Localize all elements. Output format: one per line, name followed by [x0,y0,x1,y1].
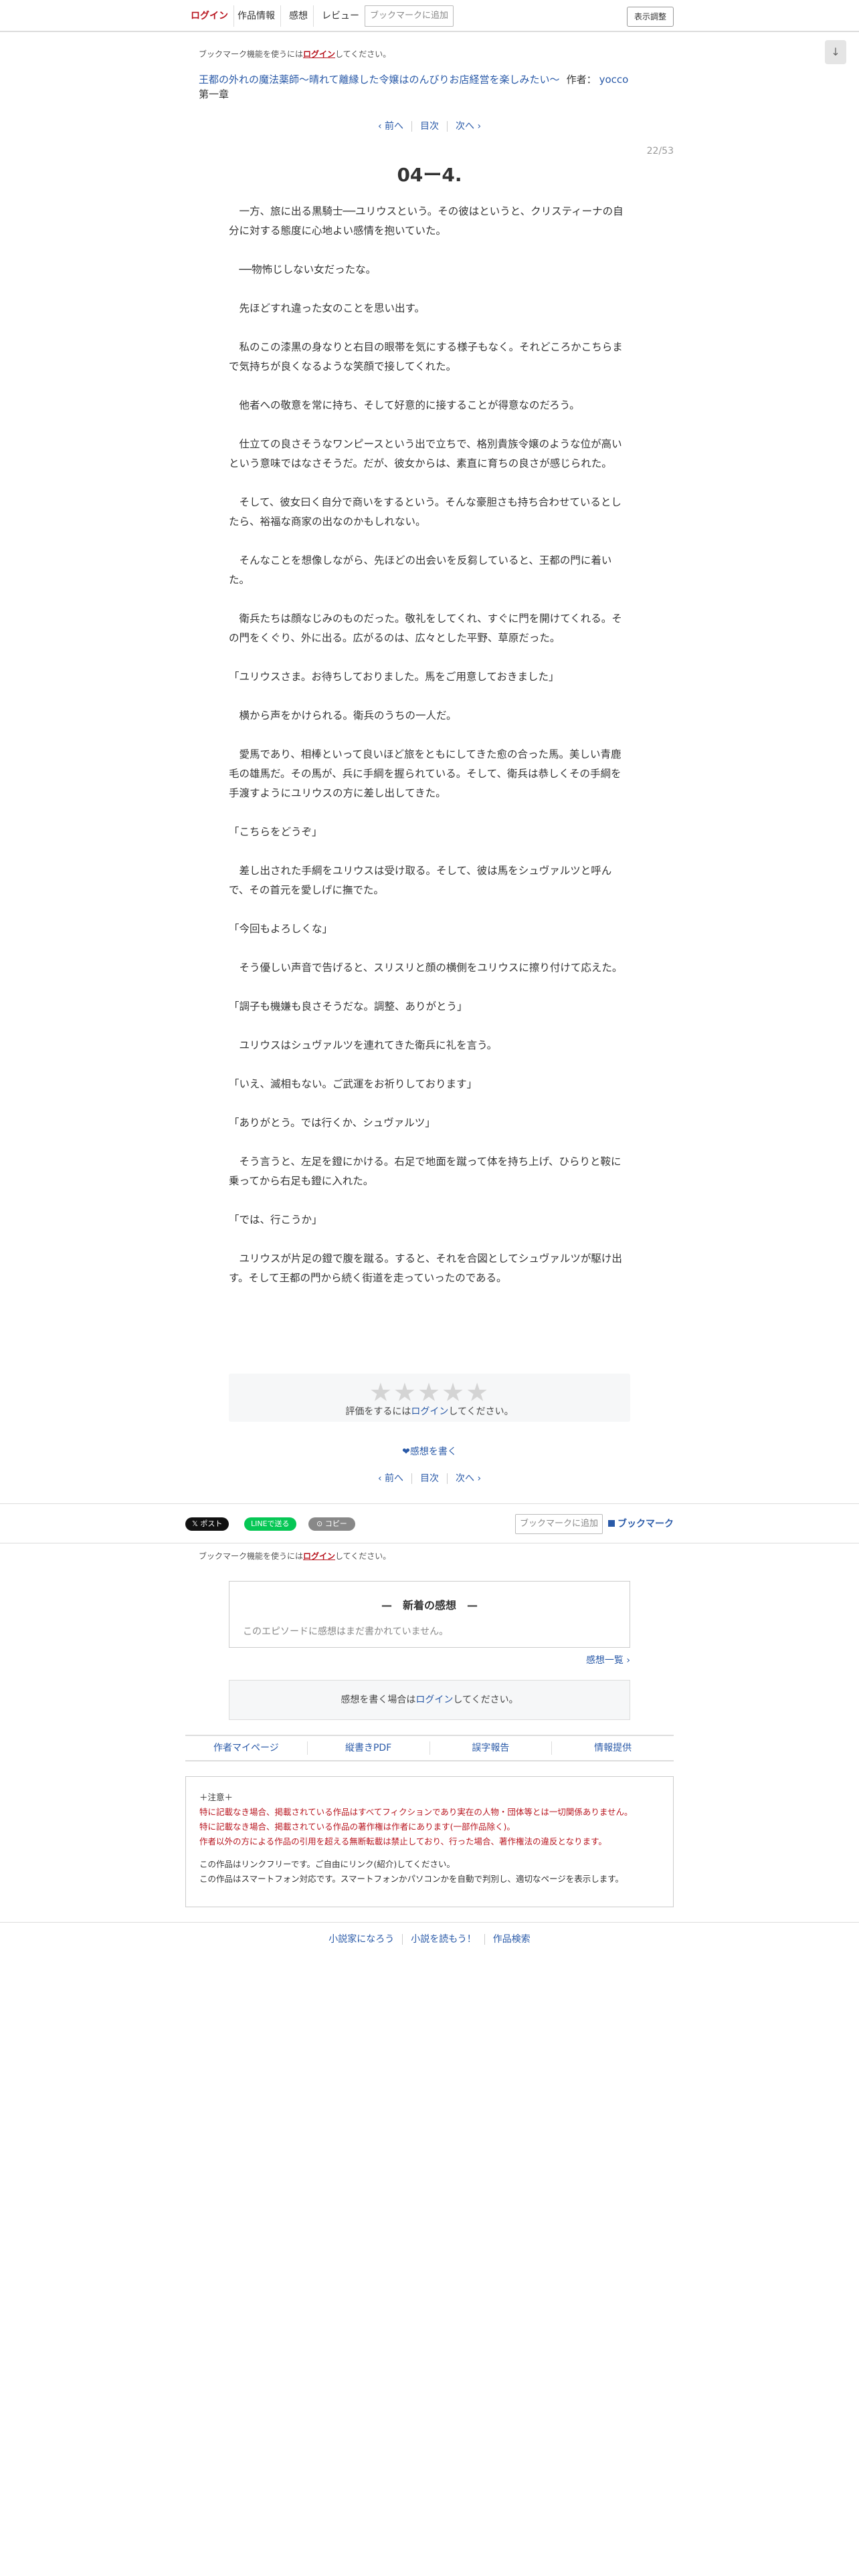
body-paragraph: 愛馬であり、相棒といって良いほど旅をともにしてきた愈の合った馬。美しい青鹿毛の雄… [229,748,622,799]
info-provide-link[interactable]: 情報提供 [552,1741,674,1755]
body-paragraph: 「では、行こうか」 [229,1214,322,1226]
share-bar: 𝕏 ポスト LINEで送る ⊙ コピー ブックマークに追加 ブックマーク [0,1503,859,1543]
episode-title: 04ー4. [397,164,462,186]
impression-login-prefix: 感想を書く場合は [341,1695,416,1705]
body-paragraph: 差し出された手綱をユリウスは受け取る。そして、彼は馬をシュヴァルツと呼んで、その… [229,865,612,896]
chapter-title: 第一章 [199,88,229,100]
latest-impressions-heading: — 新着の感想 — [381,1599,478,1612]
notice-smartphone: この作品はスマートフォン対応です。スマートフォンかパソコンかを自動で判別し、適切… [199,1874,624,1884]
body-paragraph: 一方、旅に出る黒騎士──ユリウスという。その彼はというと、クリスティーナの自分に… [229,205,624,237]
body-paragraph: ──物怖じしない女だったな。 [229,263,377,276]
display-settings-button[interactable]: 表示調整 [626,7,674,27]
rating-login-link[interactable]: ログイン [411,1406,448,1417]
body-paragraph: 「ユリウスさま。お待ちしておりました。馬をご用意しておきました」 [229,671,559,683]
rating-suffix: してください。 [448,1406,514,1417]
yomou-link[interactable]: 小説を読もう！ [403,1934,484,1945]
footer-links: 作者マイページ 縦書きPDF 誤字報告 情報提供 [185,1735,674,1761]
body-paragraph: そんなことを想像しながら、先ほどの出会いを反芻していると、王都の門に着いた。 [229,554,612,586]
bookmark-link[interactable]: ブックマーク [608,1514,674,1534]
prev-link[interactable]: ‹ 前へ [370,1473,411,1484]
bookmark-notice-suffix: してください。 [335,1551,391,1561]
impression-login-box: 感想を書く場合はログインしてください。 [229,1680,630,1720]
no-impressions-text: このエピソードに感想はまだ書かれていません。 [243,1626,449,1637]
bookmark-icon [608,1520,615,1527]
notice-gap [199,1849,660,1857]
author-mypage-link[interactable]: 作者マイページ [185,1741,308,1755]
notice-heading: ＋注意＋ [199,1792,233,1802]
bookmark-notice: ブックマーク機能を使うにはログインしてください。 [199,1550,674,1562]
body-paragraph: 衛兵たちは顔なじみのものだった。敬礼をしてくれ、すぐに門を開けてくれる。その門を… [229,613,622,644]
body-paragraph: 「調子も機嫌も良さそうだな。調整、ありがとう」 [229,1000,468,1012]
body-paragraph: 他者への敬意を常に持ち、そして好意的に接することが得意なのだろう。 [229,399,580,411]
copy-link-button[interactable]: ⊙ コピー [308,1517,355,1531]
impressions-link[interactable]: 感想 [284,5,314,27]
notice-fiction: 特に記載なき場合、掲載されている作品はすべてフィクションであり実在の人物・団体等… [199,1807,633,1817]
rating-prefix: 評価をするには [345,1406,411,1417]
body-paragraph: 「いえ、滅相もない。ご武運をお祈りしております」 [229,1078,478,1090]
body-paragraph: ユリウスが片足の鐙で腹を蹴る。すると、それを合図としてシュヴァルツが駆け出す。そ… [229,1253,622,1284]
latest-impressions-box: — 新着の感想 — このエピソードに感想はまだ書かれていません。 [229,1581,630,1648]
bookmark-notice-login-link[interactable]: ログイン [303,1551,335,1561]
write-impression-link[interactable]: ❤感想を書く [0,1444,859,1458]
notice-box: ＋注意＋ 特に記載なき場合、掲載されている作品はすべてフィクションであり実在の人… [185,1776,674,1907]
bookmark-add-button[interactable]: ブックマークに追加 [365,5,454,27]
bookmark-notice-prefix: ブックマーク機能を使うには [199,1551,304,1561]
next-link[interactable]: 次へ › [448,121,489,132]
notice-copyright: 特に記載なき場合、掲載されている作品の著作権は作者にあります(一部作品除く)。 [199,1822,515,1832]
top-nav-inner: ログイン 作品情報 感想 レビュー ブックマークに追加 表示調整 [185,0,674,32]
bookmark-notice-prefix: ブックマーク機能を使うには [199,49,304,59]
rating-box: ★★★★★ 評価をするにはログインしてください。 [229,1374,630,1422]
prev-link[interactable]: ‹ 前へ [370,121,411,132]
bookmark-label: ブックマーク [617,1519,674,1529]
author-link[interactable]: yocco [599,74,629,86]
body-paragraph: そして、彼女曰く自分で商いをするという。そんな豪胆さも持ち合わせているとしたら、… [229,496,622,528]
rating-stars-icon[interactable]: ★★★★★ [229,1374,630,1407]
bookmark-notice-login-link[interactable]: ログイン [303,49,335,59]
body-paragraph: そう言うと、左足を鐙にかける。右足で地面を蹴って体を持ち上げ、ひらりと鞍に乗って… [229,1156,622,1187]
toc-link[interactable]: 目次 [412,121,447,132]
top-nav-bar: ログイン 作品情報 感想 レビュー ブックマークに追加 表示調整 [0,0,859,32]
bookmark-add-button[interactable]: ブックマークに追加 [515,1514,603,1534]
next-link[interactable]: 次へ › [448,1473,489,1484]
bottom-bar: 小説家になろう 小説を読もう！ 作品検索 [0,1922,859,1957]
narou-home-link[interactable]: 小説家になろう [320,1934,402,1945]
impressions-list-link[interactable]: 感想一覧 › [535,1653,630,1667]
body-paragraph: 私のこの漆黒の身なりと右目の眼帯を気にする様子もなく。それどころかこちらまで気持… [229,341,623,372]
share-bar-inner: 𝕏 ポスト LINEで送る ⊙ コピー ブックマークに追加 ブックマーク [185,1504,674,1544]
pager-bottom: ‹ 前へ 目次 次へ › [0,1471,859,1485]
body-paragraph: そう優しい声音で告げると、スリスリと顔の横側をユリウスに擦り付けて応えた。 [229,962,623,974]
toc-link[interactable]: 目次 [412,1473,447,1484]
body-paragraph: 先ほどすれ違った女のことを思い出す。 [229,302,425,314]
series-title-link[interactable]: 王都の外れの魔法薬師〜晴れて離縁した令嬢はのんびりお店経営を楽しみたい〜 [199,74,560,86]
rating-login-message: 評価をするにはログインしてください。 [229,1404,630,1418]
novel-search-link[interactable]: 作品検索 [485,1934,539,1945]
body-paragraph: 「ありがとう。では行くか、シュヴァルツ」 [229,1117,436,1129]
author-label: 作者： [566,74,597,86]
body-paragraph: 横から声をかけられる。衛兵のうちの一人だ。 [229,710,457,722]
bookmark-notice-suffix: してください。 [335,49,391,59]
typo-report-link[interactable]: 誤字報告 [430,1741,553,1755]
work-info-link[interactable]: 作品情報 [232,5,281,27]
bookmark-notice: ブックマーク機能を使うにはログインしてください。 [199,48,674,60]
body-paragraph: 仕立ての良さそうなワンピースという出で立ちで、格別貴族令嬢のような位が高いという… [229,438,622,469]
series-header: 王都の外れの魔法薬師〜晴れて離縁した令嬢はのんびりお店経営を楽しみたい〜 作者： y… [199,72,674,86]
impression-login-suffix: してください。 [453,1695,518,1705]
body-paragraph: 「こちらをどうぞ」 [229,826,322,838]
page-number: 22/53 [646,146,674,156]
body-paragraph: ユリウスはシュヴァルツを連れてきた衛兵に礼を言う。 [229,1039,498,1051]
novel-body: 一方、旅に出る黒騎士──ユリウスという。その彼はというと、クリスティーナの自分に… [229,202,630,1307]
notice-link-free: この作品はリンクフリーです。ご自由にリンク(紹介)してください。 [199,1859,456,1869]
scroll-down-button[interactable]: ↓ [825,40,846,64]
login-link[interactable]: ログイン [185,5,234,27]
body-paragraph: 「今回もよろしくな」 [229,923,333,935]
line-share-button[interactable]: LINEで送る [244,1517,296,1531]
x-post-button[interactable]: 𝕏 ポスト [185,1517,229,1531]
pager-top: ‹ 前へ 目次 次へ › [0,119,859,132]
notice-reprint: 作者以外の方による作品の引用を超える無断転載は禁止しており、行った場合、著作権法… [199,1836,607,1846]
review-link[interactable]: レビュー [316,5,365,27]
impression-login-link[interactable]: ログイン [415,1695,453,1705]
vertical-pdf-link[interactable]: 縦書きPDF [308,1741,430,1755]
